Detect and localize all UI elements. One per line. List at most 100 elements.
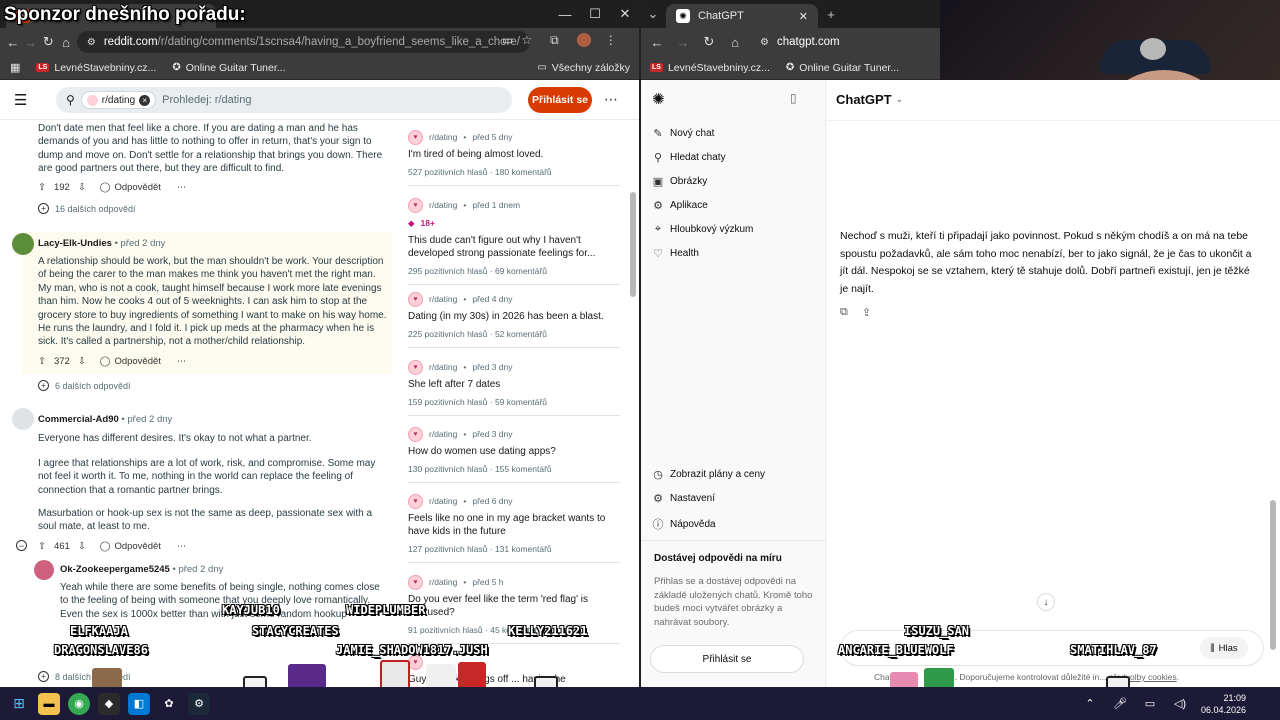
subreddit-chip[interactable]: r/dating × xyxy=(80,91,157,109)
sidebar-item-new-chat[interactable]: ✎ Nový chat xyxy=(652,127,714,140)
related-post[interactable]: ♥ r/dating • před 3 dny How do women use da… xyxy=(408,426,620,483)
related-post[interactable]: ♥ r/dating • před 4 dny Dating (in my 30s) … xyxy=(408,291,620,348)
avatar[interactable] xyxy=(12,408,34,430)
viewer-nick: JAMIE_SHADOW1817.JUSH xyxy=(336,643,488,657)
reload-icon[interactable]: ↻ xyxy=(41,34,55,50)
chrome-icon[interactable]: ◉ xyxy=(68,692,90,715)
comment-more-icon[interactable]: ⋯ xyxy=(177,356,187,367)
collapse-icon[interactable]: − xyxy=(16,540,27,551)
app-icon[interactable]: ◆ xyxy=(98,692,120,715)
volume-icon[interactable]: ◁) xyxy=(1169,693,1191,715)
search-input[interactable]: ⚲ r/dating × Prohledej: r/dating xyxy=(56,87,512,113)
chatgpt-login-button[interactable]: Přihlásit se xyxy=(650,645,804,673)
close-window-icon[interactable]: ✕ xyxy=(610,6,640,22)
forward-icon[interactable]: → xyxy=(24,35,38,50)
tab-list-icon[interactable]: ⌄ xyxy=(640,6,666,22)
copy-icon[interactable]: ⧉ xyxy=(840,306,848,319)
voice-button[interactable]: ⫼ Hlas xyxy=(1200,637,1248,659)
site-info-icon[interactable]: ⚙ xyxy=(87,37,96,48)
chatgpt-tab[interactable]: ✺ ChatGPT ✕ xyxy=(666,4,818,28)
more-replies-link[interactable]: +6 dalších odpovědí xyxy=(38,380,131,391)
clock[interactable]: 21:09 06.04.2026 xyxy=(1201,692,1246,716)
related-post[interactable]: ♥ r/dating • před 1 dnem ◆ 18+ This dude can… xyxy=(408,197,620,285)
post-title[interactable]: How do women use dating apps? xyxy=(408,445,620,458)
app-icon[interactable]: ◧ xyxy=(128,692,150,715)
star-icon[interactable]: ☆ xyxy=(521,33,532,48)
sidebar-item-health[interactable]: ♡ Health xyxy=(652,247,699,260)
downvote-icon[interactable]: ⇩ xyxy=(78,182,86,193)
comment-more-icon[interactable]: ⋯ xyxy=(177,182,187,193)
login-button[interactable]: Přihlásit se xyxy=(528,87,592,113)
bookmark-guitar[interactable]: ✪ Online Guitar Tuner... xyxy=(786,62,899,74)
upvote-icon[interactable]: ⇧ xyxy=(38,541,46,552)
bookmark-guitar[interactable]: ✪ Online Guitar Tuner... xyxy=(172,62,285,74)
downvote-icon[interactable]: ⇩ xyxy=(78,356,86,367)
related-post[interactable]: ♥ r/dating • před 5 dny I'm tired of being … xyxy=(408,129,620,186)
home-icon[interactable]: ⌂ xyxy=(724,35,746,50)
related-post[interactable]: ♥ r/dating • před 3 dny She left after 7 da… xyxy=(408,359,620,416)
scrollbar-thumb[interactable] xyxy=(1270,500,1276,650)
openai-logo-icon[interactable]: ✺ xyxy=(652,90,665,108)
scrollbar-thumb[interactable] xyxy=(630,192,636,297)
extensions-icon[interactable]: ⧉ xyxy=(550,33,559,48)
sidebar-item-deep-research[interactable]: ⌖ Hloubkový výzkum xyxy=(652,223,753,236)
reply-button[interactable]: ◯ Odpovědět xyxy=(100,356,161,367)
maximize-icon[interactable]: ☐ xyxy=(580,6,610,22)
upvote-icon[interactable]: ⇧ xyxy=(38,356,46,367)
bookmark-all[interactable]: ▭ Všechny záložky xyxy=(537,62,630,74)
post-title[interactable]: Do you ever feel like the term 'red flag… xyxy=(408,593,620,619)
sidebar-toggle-icon[interactable]: ▯ xyxy=(790,91,797,105)
profile-avatar[interactable] xyxy=(576,33,591,47)
bookmark-levne[interactable]: LS LevnéStavebniny.cz... xyxy=(650,62,770,74)
share-icon[interactable]: ⇪ xyxy=(862,306,871,319)
microphone-icon[interactable]: 🎤︎ xyxy=(1109,693,1131,715)
model-selector[interactable]: ChatGPT ⌄ xyxy=(836,92,903,107)
site-info-icon[interactable]: ⚙ xyxy=(760,37,769,48)
bookmark-levne[interactable]: LS LevnéStavebniny.cz... xyxy=(36,62,156,74)
reload-icon[interactable]: ↻ xyxy=(698,34,720,50)
back-icon[interactable]: ← xyxy=(6,35,20,50)
windows-start-icon[interactable]: ⊞ xyxy=(8,693,30,715)
post-title[interactable]: This dude can't figure out why I haven't… xyxy=(408,234,620,260)
sidebar-item-apps[interactable]: ⚙ Aplikace xyxy=(652,199,708,212)
address-bar[interactable]: ⚙ chatgpt.com xyxy=(750,31,934,53)
avatar[interactable] xyxy=(34,560,54,580)
sidebar-item-help[interactable]: ⓘ Nápověda xyxy=(652,516,716,532)
clear-chip-icon[interactable]: × xyxy=(139,94,151,106)
reply-button[interactable]: ◯ Odpovědět xyxy=(100,541,161,552)
forward-icon[interactable]: → xyxy=(672,35,694,50)
home-icon[interactable]: ⌂ xyxy=(59,35,73,50)
sidebar-item-settings[interactable]: ⚙ Nastavení xyxy=(652,492,715,505)
menu-dots-icon[interactable]: ⋮ xyxy=(605,33,617,48)
app-icon[interactable]: ✿ xyxy=(158,693,180,715)
file-explorer-icon[interactable]: ▬ xyxy=(38,692,60,715)
close-tab-icon[interactable]: ✕ xyxy=(799,10,808,23)
comment-more-icon[interactable]: ⋯ xyxy=(177,541,187,552)
install-icon[interactable]: ▭ xyxy=(502,33,513,48)
post-title[interactable]: I'm tired of being almost loved. xyxy=(408,148,620,161)
downvote-icon[interactable]: ⇩ xyxy=(78,541,86,552)
network-icon[interactable]: ▭ xyxy=(1139,693,1161,715)
upvote-icon[interactable]: ⇧ xyxy=(38,182,46,193)
new-tab-icon[interactable]: + xyxy=(818,7,844,22)
post-title[interactable]: She left after 7 dates xyxy=(408,378,620,391)
scroll-down-icon[interactable]: ↓ xyxy=(1037,593,1055,611)
post-title[interactable]: Dating (in my 30s) in 2026 has been a bl… xyxy=(408,310,620,323)
chevron-up-icon[interactable]: ⌃ xyxy=(1079,693,1101,715)
related-post[interactable]: ♥ r/dating • před 6 dny Feels like no one i… xyxy=(408,493,620,563)
viewer-nick: ELFKAAJA xyxy=(70,624,128,638)
address-bar[interactable]: ⚙ reddit.com/r/dating/comments/1scnsa4/h… xyxy=(76,31,530,53)
reply-button[interactable]: ◯ Odpovědět xyxy=(100,182,161,193)
minimize-icon[interactable]: — xyxy=(550,7,580,22)
avatar[interactable] xyxy=(12,233,34,255)
sidebar-item-images[interactable]: ▣ Obrázky xyxy=(652,175,707,188)
more-replies-link[interactable]: +16 dalších odpovědí xyxy=(38,203,136,214)
sidebar-item-search[interactable]: ⚲ Hledat chaty xyxy=(652,151,726,164)
hamburger-icon[interactable]: ☰ xyxy=(14,91,27,109)
back-icon[interactable]: ← xyxy=(646,35,668,50)
steam-icon[interactable]: ⚙ xyxy=(188,692,210,715)
sidebar-item-plans[interactable]: ◷ Zobrazit plány a ceny xyxy=(652,468,765,481)
more-options-icon[interactable]: ⋯ xyxy=(604,91,618,108)
post-title[interactable]: Feels like no one in my age bracket want… xyxy=(408,512,620,538)
apps-grid-icon[interactable]: ▦ xyxy=(10,61,20,74)
